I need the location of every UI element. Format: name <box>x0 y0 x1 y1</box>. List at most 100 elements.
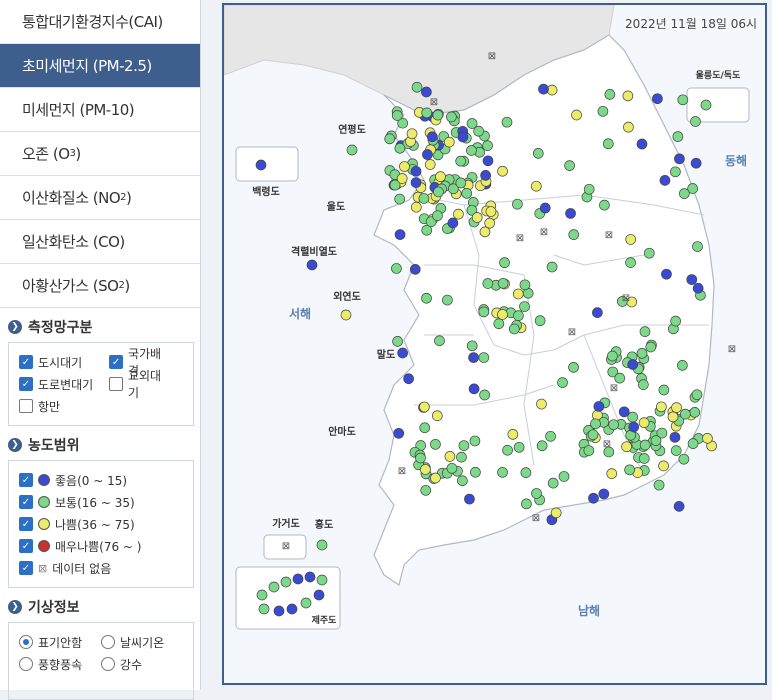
station-marker[interactable] <box>671 402 682 413</box>
station-marker[interactable] <box>457 131 469 143</box>
station-marker[interactable] <box>565 208 576 219</box>
station-marker[interactable] <box>502 444 513 456</box>
station-marker[interactable] <box>493 318 505 330</box>
station-marker[interactable] <box>421 292 432 304</box>
station-marker[interactable] <box>689 407 701 418</box>
station-marker[interactable] <box>568 229 580 240</box>
station-marker[interactable] <box>458 440 470 451</box>
station-marker[interactable] <box>639 439 651 451</box>
checkbox-icon[interactable]: ✓ <box>19 473 33 487</box>
station-marker[interactable] <box>470 466 481 478</box>
station-marker[interactable] <box>672 131 684 142</box>
station-marker[interactable] <box>597 105 609 117</box>
station-marker[interactable] <box>316 574 328 586</box>
station-marker[interactable] <box>420 484 432 496</box>
station-marker[interactable] <box>434 335 445 347</box>
checkbox-icon[interactable]: ✓ <box>19 539 33 553</box>
station-marker[interactable] <box>431 410 443 422</box>
station-marker[interactable] <box>479 389 490 401</box>
station-marker[interactable] <box>547 477 559 489</box>
weather-option-3[interactable]: 강수 <box>101 656 171 673</box>
station-marker[interactable] <box>645 341 657 353</box>
station-marker[interactable] <box>571 109 582 121</box>
station-marker[interactable] <box>432 210 443 222</box>
station-marker[interactable] <box>673 501 685 512</box>
station-marker[interactable] <box>410 201 422 213</box>
station-marker[interactable] <box>478 306 490 318</box>
station-marker[interactable] <box>346 144 358 156</box>
station-marker[interactable] <box>468 352 479 363</box>
station-marker[interactable] <box>531 488 542 499</box>
station-marker[interactable] <box>625 234 637 245</box>
station-marker[interactable] <box>478 352 490 363</box>
station-marker[interactable] <box>409 264 421 275</box>
station-marker[interactable] <box>557 377 568 388</box>
station-marker[interactable] <box>471 212 483 223</box>
station-marker[interactable] <box>583 183 595 195</box>
station-marker[interactable] <box>480 170 491 181</box>
station-marker[interactable] <box>558 471 570 482</box>
network-option-3[interactable]: 교외대기 <box>109 367 171 401</box>
station-marker[interactable] <box>624 464 635 476</box>
station-marker[interactable] <box>636 348 648 359</box>
radio-icon[interactable] <box>19 657 33 671</box>
station-marker[interactable] <box>590 418 601 430</box>
station-marker[interactable] <box>692 241 703 252</box>
station-marker[interactable] <box>399 161 410 172</box>
station-marker[interactable] <box>469 435 481 447</box>
station-marker[interactable] <box>583 445 595 456</box>
station-marker[interactable] <box>268 581 280 593</box>
station-marker[interactable] <box>394 193 406 205</box>
station-marker[interactable] <box>667 411 679 423</box>
station-marker[interactable] <box>638 453 650 464</box>
station-marker[interactable] <box>636 138 648 150</box>
station-marker[interactable] <box>513 310 524 322</box>
station-marker[interactable] <box>638 417 650 429</box>
station-marker[interactable] <box>700 99 712 111</box>
station-marker[interactable] <box>546 261 558 273</box>
station-marker[interactable] <box>512 288 524 300</box>
station-marker[interactable] <box>692 282 704 294</box>
station-marker[interactable] <box>606 468 618 479</box>
station-marker[interactable] <box>466 118 478 129</box>
concentration-option-2[interactable]: ✓ 나쁨(36 ~ 75) <box>19 513 183 535</box>
station-marker[interactable] <box>702 433 713 444</box>
station-marker[interactable] <box>406 128 418 140</box>
station-marker[interactable] <box>568 362 579 373</box>
station-marker[interactable] <box>384 133 396 145</box>
station-marker[interactable] <box>443 136 455 148</box>
weather-option-0[interactable]: 표기안함 <box>19 634 89 651</box>
station-marker[interactable] <box>410 177 422 188</box>
station-marker[interactable] <box>592 307 603 318</box>
station-marker[interactable] <box>650 435 662 446</box>
station-marker[interactable] <box>421 107 433 119</box>
station-marker[interactable] <box>513 441 525 453</box>
station-marker[interactable] <box>614 372 626 384</box>
station-marker[interactable] <box>300 597 312 609</box>
checkbox-icon[interactable]: ✓ <box>19 377 33 391</box>
station-marker[interactable] <box>482 278 494 289</box>
station-marker[interactable] <box>421 86 432 98</box>
station-marker[interactable] <box>690 157 702 169</box>
station-marker[interactable] <box>678 453 690 465</box>
station-marker[interactable] <box>499 257 510 269</box>
station-marker[interactable] <box>638 379 649 391</box>
station-marker[interactable] <box>536 398 547 410</box>
station-marker[interactable] <box>466 340 478 352</box>
station-marker[interactable] <box>623 121 634 133</box>
station-marker[interactable] <box>497 309 508 320</box>
checkbox-icon[interactable]: ✓ <box>19 355 33 369</box>
station-marker[interactable] <box>519 279 531 291</box>
network-option-4[interactable]: 항만 <box>19 398 99 415</box>
station-marker[interactable] <box>658 384 670 396</box>
station-marker[interactable] <box>608 419 620 431</box>
station-marker[interactable] <box>420 464 431 475</box>
station-marker[interactable] <box>587 429 599 441</box>
station-marker[interactable] <box>433 186 444 198</box>
station-marker[interactable] <box>628 421 640 433</box>
station-marker[interactable] <box>659 175 671 186</box>
station-marker[interactable] <box>658 460 669 472</box>
station-marker[interactable] <box>418 193 430 204</box>
station-marker[interactable] <box>501 116 513 128</box>
station-marker[interactable] <box>286 603 298 615</box>
